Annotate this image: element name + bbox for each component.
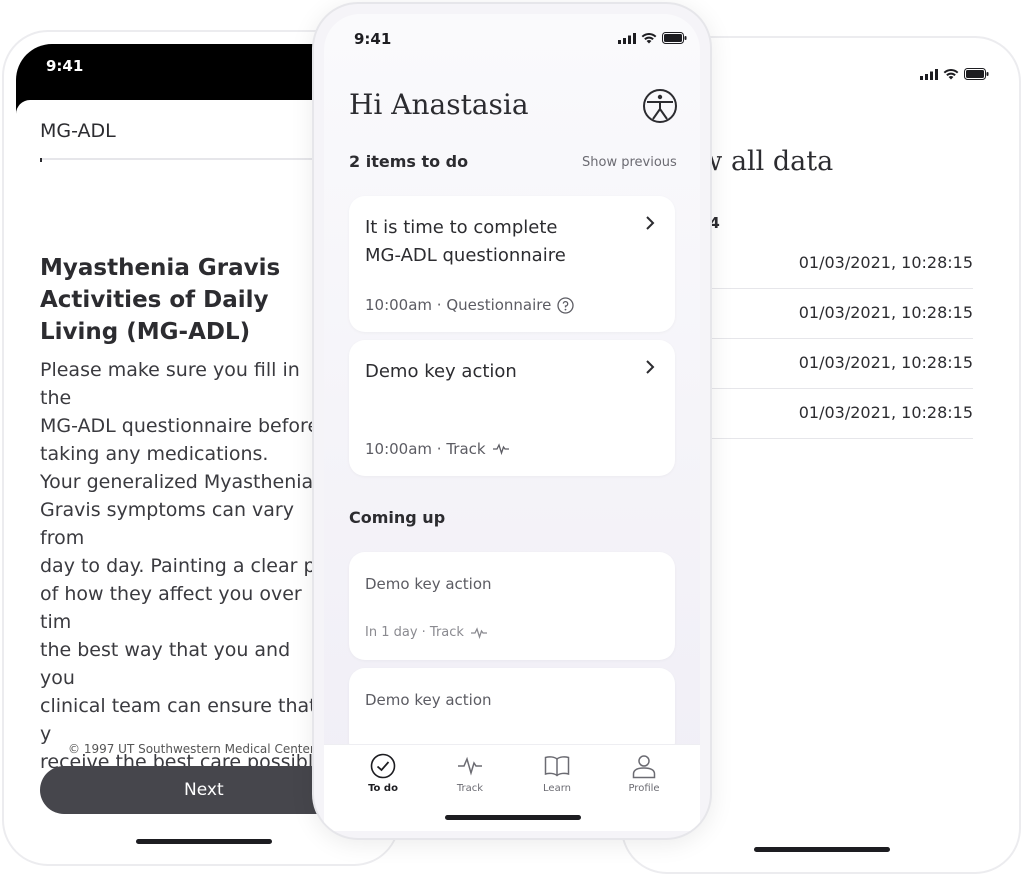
tab-learn[interactable]: Learn [522, 753, 592, 794]
phone-frame-todo: 9:41 Hi Anastasia 2 items to do Show pre… [312, 2, 712, 840]
accessibility-person-icon[interactable] [642, 88, 678, 124]
home-indicator [754, 847, 890, 852]
todo-card-questionnaire[interactable]: It is time to complete MG-ADL questionna… [349, 196, 675, 332]
description-text: Your generalized Myasthenia Gravis sympt… [40, 471, 325, 773]
chevron-right-icon [646, 360, 655, 374]
card-meta: 10:00am · Track [365, 440, 510, 458]
questionnaire-title: Myasthenia Gravis Activities of Daily Li… [40, 255, 281, 345]
status-bar-icons [920, 68, 989, 80]
card-meta-text: 10:00am · Questionnaire [365, 296, 552, 314]
data-row[interactable]: 01/03/2021, 10:28:15 [711, 238, 973, 289]
tab-track[interactable]: Track [435, 753, 505, 794]
tab-label: Track [456, 783, 484, 794]
progress-track [40, 158, 340, 160]
section-title-coming-up: Coming up [349, 508, 446, 527]
card-title: It is time to complete MG-ADL questionna… [365, 217, 566, 266]
tab-label: Learn [543, 783, 571, 794]
data-row[interactable]: 01/03/2021, 10:28:15 [711, 338, 973, 389]
pulse-icon [458, 756, 482, 776]
pulse-icon [492, 443, 509, 456]
book-icon [544, 756, 570, 777]
wifi-icon [943, 68, 959, 80]
check-circle-icon [370, 753, 396, 779]
card-title: Demo key action [365, 691, 492, 709]
instruction-text: Please make sure you fill in the MG-ADL … [40, 359, 320, 465]
pulse-icon [470, 626, 487, 639]
question-circle-icon [557, 296, 575, 314]
status-time: 9:41 [354, 30, 392, 48]
greeting-title: Hi Anastasia [349, 88, 529, 121]
wifi-icon [641, 32, 657, 44]
tab-to-do[interactable]: To do [348, 753, 418, 794]
card-title: Demo key action [365, 361, 517, 382]
tab-label: To do [368, 783, 398, 794]
home-indicator [445, 815, 581, 820]
home-indicator [136, 839, 272, 844]
signal-icon [920, 68, 938, 80]
signal-icon [618, 32, 636, 44]
status-time: 9:41 [46, 57, 84, 75]
chevron-right-icon [646, 216, 655, 230]
battery-icon [964, 68, 989, 80]
todo-count: 2 items to do [349, 152, 469, 171]
card-meta: In 1 day · Track [365, 625, 488, 640]
battery-icon [662, 32, 687, 44]
upcoming-card[interactable]: Demo key action In 1 day · Track [349, 552, 675, 660]
show-previous-link[interactable]: Show previous [582, 155, 677, 170]
data-row[interactable]: 01/03/2021, 10:28:15 [711, 288, 973, 339]
card-title: Demo key action [365, 575, 492, 593]
status-bar-icons [618, 32, 687, 44]
card-meta-text: 10:00am · Track [365, 440, 486, 458]
todo-card-track[interactable]: Demo key action 10:00am · Track [349, 340, 675, 476]
card-meta: 10:00am · Questionnaire [365, 296, 575, 314]
progress-fill [40, 158, 42, 162]
data-row[interactable]: 01/03/2021, 10:28:15 [711, 388, 973, 439]
person-icon [632, 755, 656, 779]
tab-profile[interactable]: Profile [609, 753, 679, 794]
card-meta-text: In 1 day · Track [365, 625, 464, 640]
copyright-text: © 1997 UT Southwestern Medical Center, D… [68, 742, 340, 756]
tab-label: Profile [628, 783, 660, 794]
sheet-header: MG-ADL [40, 120, 116, 142]
